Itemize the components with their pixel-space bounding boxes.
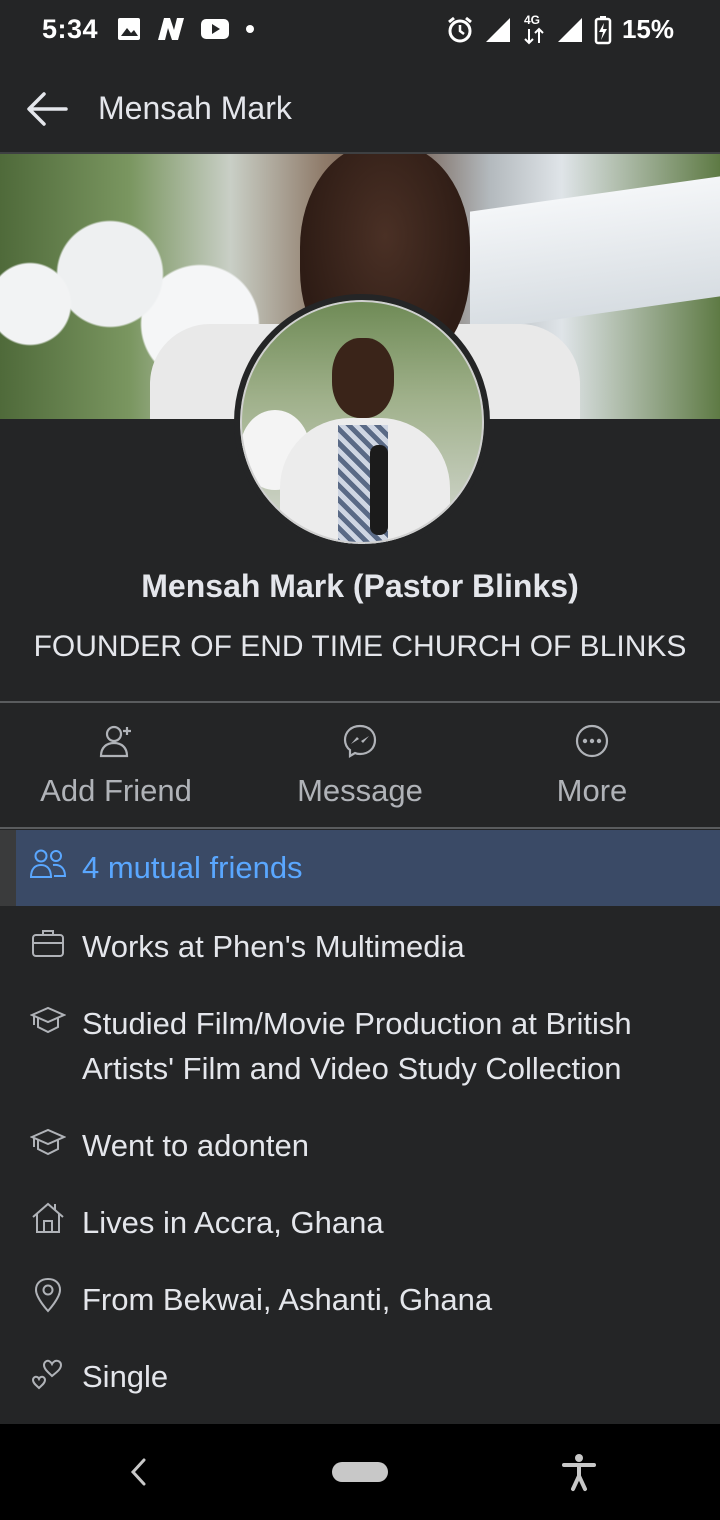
- accessibility-icon[interactable]: [560, 1452, 598, 1492]
- message-label: Message: [297, 773, 423, 808]
- school-text: Went to adonten: [82, 1128, 309, 1163]
- graduation-cap-icon: [30, 1128, 66, 1156]
- app-bar: Mensah Mark: [0, 64, 720, 154]
- more-icon: [575, 724, 609, 758]
- messenger-icon: [343, 724, 377, 758]
- profile-avatar[interactable]: [234, 294, 490, 550]
- news-notification-icon: [158, 18, 184, 40]
- battery-charging-icon: [594, 15, 612, 44]
- network-type-label: 4G: [523, 12, 540, 27]
- profile-name: Mensah Mark (Pastor Blinks): [141, 568, 579, 604]
- friends-icon: [30, 849, 66, 878]
- signal-icon: [485, 17, 510, 42]
- add-friend-button[interactable]: Add Friend: [0, 723, 232, 809]
- divider: [0, 827, 720, 829]
- cover-drape: [470, 176, 720, 332]
- briefcase-icon: [32, 930, 64, 957]
- from-text: From Bekwai, Ashanti, Ghana: [82, 1282, 493, 1317]
- profile-bio: FOUNDER OF END TIME CHURCH OF BLINKS: [33, 630, 687, 663]
- message-button[interactable]: Message: [240, 723, 480, 809]
- signal-icon-2: [557, 17, 582, 42]
- relationship-text: Single: [82, 1359, 169, 1394]
- study-text: Studied Film/Movie Production at British…: [82, 1006, 632, 1086]
- data-arrows-icon: [524, 27, 544, 44]
- nav-home-pill[interactable]: [332, 1462, 388, 1482]
- status-bar: 5:34 4G 15%: [0, 0, 720, 64]
- work-text: Works at Phen's Multimedia: [82, 929, 465, 964]
- lives-in-text: Lives in Accra, Ghana: [82, 1205, 384, 1240]
- add-friend-icon: [99, 725, 131, 758]
- mutual-row-edge: [0, 830, 16, 906]
- alarm-icon: [448, 16, 472, 42]
- add-friend-label: Add Friend: [40, 773, 192, 808]
- nav-back-icon[interactable]: [124, 1454, 154, 1490]
- page-title: Mensah Mark: [98, 90, 292, 126]
- gallery-notification-icon: [118, 18, 140, 40]
- home-icon: [32, 1202, 64, 1233]
- hearts-icon: [31, 1359, 63, 1390]
- location-pin-icon: [34, 1277, 62, 1313]
- mutual-friends-row[interactable]: 4 mutual friends: [16, 830, 720, 906]
- mutual-friends-text: 4 mutual friends: [82, 850, 303, 885]
- back-arrow-icon[interactable]: [24, 86, 70, 132]
- more-label: More: [556, 773, 628, 808]
- system-nav-bar: [0, 1424, 720, 1520]
- avatar-ring: [240, 300, 484, 544]
- status-time: 5:34: [42, 14, 99, 44]
- profile-actions: Add Friend Message More: [0, 703, 720, 827]
- graduation-cap-icon: [30, 1006, 66, 1034]
- more-button[interactable]: More: [480, 723, 704, 809]
- youtube-notification-icon: [201, 19, 229, 39]
- battery-percent: 15%: [621, 14, 674, 44]
- dot-notification-icon: [246, 25, 254, 33]
